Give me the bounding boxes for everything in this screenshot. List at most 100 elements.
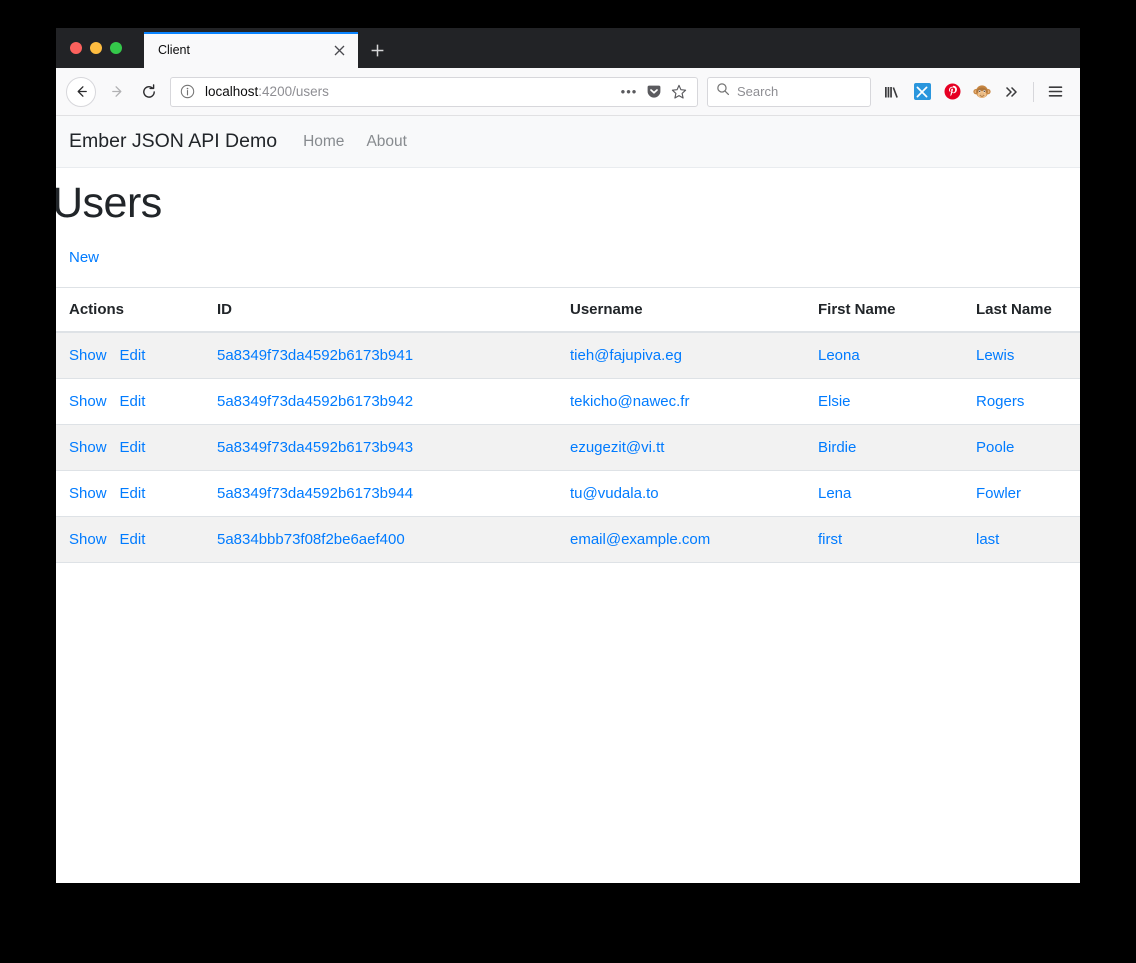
edit-link[interactable]: Edit	[120, 347, 146, 364]
tab-title: Client	[158, 43, 190, 57]
xmarks-icon[interactable]	[907, 77, 937, 107]
row-actions: Show Edit	[56, 378, 217, 426]
cell-username: email@example.com	[570, 516, 818, 564]
cell-username: tu@vudala.to	[570, 470, 818, 518]
id-link[interactable]: 5a8349f73da4592b6173b941	[217, 347, 413, 364]
extension-toolbar	[877, 77, 1070, 107]
column-header-first-name: First Name	[818, 287, 976, 334]
show-link[interactable]: Show	[69, 439, 107, 456]
first-name-link[interactable]: Lena	[818, 485, 851, 502]
last-name-link[interactable]: Fowler	[976, 485, 1021, 502]
column-header-last-name: Last Name	[976, 287, 1080, 334]
id-link[interactable]: 5a834bbb73f08f2be6aef400	[217, 531, 405, 548]
bookmark-star-icon[interactable]	[668, 81, 690, 103]
cell-id: 5a8349f73da4592b6173b944	[217, 470, 570, 518]
cell-last-name: Fowler	[976, 470, 1080, 518]
browser-window: Client localhost:4200/users ••• Search E…	[56, 28, 1080, 883]
new-user-link[interactable]: New	[69, 249, 99, 266]
back-button[interactable]	[66, 76, 96, 107]
close-window-button[interactable]	[70, 42, 82, 54]
nav-link-about[interactable]: About	[366, 133, 407, 151]
new-tab-button[interactable]	[362, 32, 392, 68]
tab-strip: Client	[56, 28, 1080, 68]
show-link[interactable]: Show	[69, 347, 107, 364]
url-host: localhost	[205, 84, 259, 99]
cell-id: 5a8349f73da4592b6173b942	[217, 378, 570, 426]
row-actions: Show Edit	[56, 424, 217, 472]
edit-link[interactable]: Edit	[120, 439, 146, 456]
username-link[interactable]: email@example.com	[570, 531, 710, 548]
minimize-window-button[interactable]	[90, 42, 102, 54]
table-header-row: Actions ID Username First Name Last Name	[56, 287, 1080, 334]
cell-username: tieh@fajupiva.eg	[570, 332, 818, 380]
cell-id: 5a8349f73da4592b6173b943	[217, 424, 570, 472]
first-name-link[interactable]: Birdie	[818, 439, 856, 456]
nav-link-home[interactable]: Home	[303, 133, 344, 151]
maximize-window-button[interactable]	[110, 42, 122, 54]
url-text: localhost:4200/users	[205, 84, 615, 99]
library-icon[interactable]	[877, 77, 907, 107]
url-path: :4200/users	[258, 84, 329, 99]
cell-last-name: last	[976, 516, 1080, 564]
id-link[interactable]: 5a8349f73da4592b6173b942	[217, 393, 413, 410]
window-controls	[56, 28, 132, 68]
username-link[interactable]: tekicho@nawec.fr	[570, 393, 689, 410]
table-row: Show Edit 5a8349f73da4592b6173b941 tieh@…	[56, 332, 1080, 380]
overflow-chevron-icon[interactable]	[997, 77, 1027, 107]
last-name-link[interactable]: Rogers	[976, 393, 1024, 410]
new-link-row: New	[56, 227, 1080, 287]
column-header-actions: Actions	[56, 287, 217, 334]
cell-id: 5a834bbb73f08f2be6aef400	[217, 516, 570, 564]
column-header-id: ID	[217, 287, 570, 334]
last-name-link[interactable]: Poole	[976, 439, 1014, 456]
show-link[interactable]: Show	[69, 393, 107, 410]
users-table: Actions ID Username First Name Last Name…	[56, 287, 1080, 564]
app-navbar: Ember JSON API Demo Home About	[56, 116, 1080, 168]
close-icon[interactable]	[330, 41, 348, 59]
app-brand[interactable]: Ember JSON API Demo	[69, 130, 277, 153]
cell-first-name: first	[818, 516, 976, 564]
pinterest-icon[interactable]	[937, 77, 967, 107]
info-icon[interactable]	[180, 84, 196, 100]
table-row: Show Edit 5a8349f73da4592b6173b942 tekic…	[56, 378, 1080, 426]
browser-tab-client[interactable]: Client	[144, 32, 358, 68]
cell-first-name: Leona	[818, 332, 976, 380]
username-link[interactable]: tieh@fajupiva.eg	[570, 347, 682, 364]
users-table-body: Show Edit 5a8349f73da4592b6173b941 tieh@…	[56, 332, 1080, 564]
show-link[interactable]: Show	[69, 485, 107, 502]
cell-last-name: Poole	[976, 424, 1080, 472]
search-bar[interactable]: Search	[707, 76, 871, 107]
first-name-link[interactable]: first	[818, 531, 842, 548]
pocket-icon[interactable]	[643, 81, 665, 103]
last-name-link[interactable]: last	[976, 531, 999, 548]
monkey-icon[interactable]	[967, 77, 997, 107]
cell-first-name: Elsie	[818, 378, 976, 426]
show-link[interactable]: Show	[69, 531, 107, 548]
address-bar[interactable]: localhost:4200/users •••	[170, 76, 698, 107]
edit-link[interactable]: Edit	[120, 531, 146, 548]
username-link[interactable]: ezugezit@vi.tt	[570, 439, 664, 456]
cell-username: tekicho@nawec.fr	[570, 378, 818, 426]
app-nav-links: Home About	[303, 133, 407, 151]
reload-button[interactable]	[134, 77, 164, 107]
edit-link[interactable]: Edit	[120, 393, 146, 410]
page-title: Users	[56, 179, 162, 227]
first-name-link[interactable]: Elsie	[818, 393, 851, 410]
hamburger-menu-icon[interactable]	[1040, 77, 1070, 107]
cell-last-name: Rogers	[976, 378, 1080, 426]
id-link[interactable]: 5a8349f73da4592b6173b943	[217, 439, 413, 456]
column-header-username: Username	[570, 287, 818, 334]
forward-button[interactable]	[102, 77, 132, 107]
search-input[interactable]: Search	[737, 84, 778, 99]
first-name-link[interactable]: Leona	[818, 347, 860, 364]
page-actions-label: •••	[620, 83, 638, 99]
last-name-link[interactable]: Lewis	[976, 347, 1014, 364]
edit-link[interactable]: Edit	[120, 485, 146, 502]
id-link[interactable]: 5a8349f73da4592b6173b944	[217, 485, 413, 502]
cell-first-name: Lena	[818, 470, 976, 518]
cell-username: ezugezit@vi.tt	[570, 424, 818, 472]
table-row: Show Edit 5a834bbb73f08f2be6aef400 email…	[56, 516, 1080, 564]
username-link[interactable]: tu@vudala.to	[570, 485, 659, 502]
search-icon	[716, 82, 730, 101]
page-actions-icon[interactable]: •••	[618, 81, 640, 103]
